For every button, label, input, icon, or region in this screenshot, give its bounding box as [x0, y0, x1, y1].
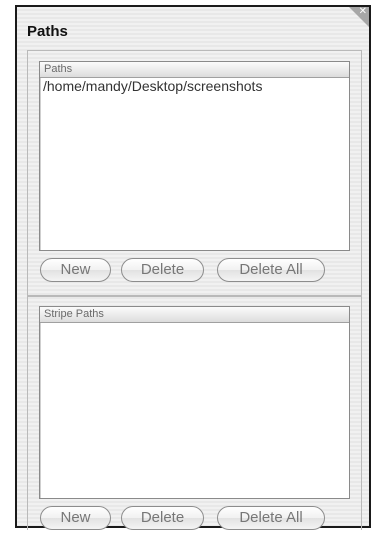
paths-list[interactable]: Paths /home/mandy/Desktop/screenshots	[39, 61, 350, 251]
stripe-paths-list-header[interactable]: Stripe Paths	[40, 307, 349, 323]
paths-group: Paths /home/mandy/Desktop/screenshots Ne…	[27, 50, 362, 297]
paths-list-header[interactable]: Paths	[40, 62, 349, 78]
paths-delete-button[interactable]: Delete	[121, 258, 204, 282]
stripe-paths-new-button[interactable]: New	[40, 506, 111, 530]
list-item[interactable]: /home/mandy/Desktop/screenshots	[40, 78, 349, 95]
paths-buttons: New Delete Delete All	[39, 251, 350, 291]
close-icon[interactable]: ✕	[359, 6, 367, 18]
paths-delete-all-button[interactable]: Delete All	[217, 258, 325, 282]
paths-panel: ✕ Paths Paths /home/mandy/Desktop/screen…	[15, 5, 371, 530]
panel-title: Paths	[27, 23, 68, 40]
stripe-paths-list[interactable]: Stripe Paths	[39, 306, 350, 499]
stripe-paths-buttons: New Delete Delete All	[39, 499, 350, 539]
stripe-paths-delete-all-button[interactable]: Delete All	[217, 506, 325, 530]
stripe-paths-group: Stripe Paths New Delete Delete All	[27, 295, 362, 530]
paths-new-button[interactable]: New	[40, 258, 111, 282]
stripe-paths-delete-button[interactable]: Delete	[121, 506, 204, 530]
